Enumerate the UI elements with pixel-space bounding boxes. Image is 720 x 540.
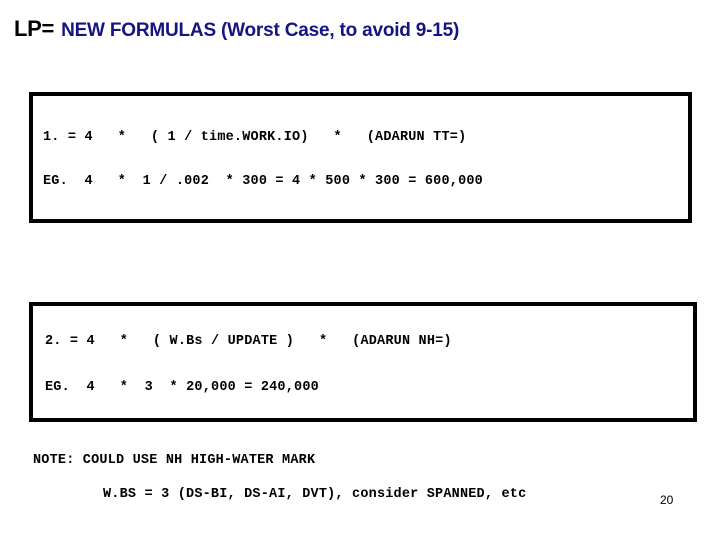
slide-title: LP= NEW FORMULAS (Worst Case, to avoid 9-… bbox=[14, 14, 704, 44]
note-detail: W.BS = 3 (DS-BI, DS-AI, DVT), consider S… bbox=[103, 487, 527, 502]
formula-box-1: 1. = 4 * ( 1 / time.WORK.IO) * (ADARUN T… bbox=[29, 92, 692, 223]
formula-2-main-line: 2. = 4 * ( W.Bs / UPDATE ) * (ADARUN NH=… bbox=[45, 334, 452, 349]
formula-2-example-line: EG. 4 * 3 * 20,000 = 240,000 bbox=[45, 380, 319, 395]
note-heading: NOTE: COULD USE NH HIGH-WATER MARK bbox=[33, 453, 316, 468]
formula-box-2: 2. = 4 * ( W.Bs / UPDATE ) * (ADARUN NH=… bbox=[29, 302, 697, 422]
formula-1-main-line: 1. = 4 * ( 1 / time.WORK.IO) * (ADARUN T… bbox=[43, 130, 467, 145]
page-number: 20 bbox=[660, 493, 674, 507]
title-main-label: NEW FORMULAS (Worst Case, to avoid 9-15) bbox=[61, 20, 460, 41]
formula-1-example-line: EG. 4 * 1 / .002 * 300 = 4 * 500 * 300 =… bbox=[43, 174, 483, 189]
note-block: NOTE: COULD USE NH HIGH-WATER MARK W.BS … bbox=[33, 452, 553, 503]
title-prefix-label: LP= bbox=[14, 16, 55, 41]
slide-canvas: LP= NEW FORMULAS (Worst Case, to avoid 9-… bbox=[0, 0, 720, 540]
